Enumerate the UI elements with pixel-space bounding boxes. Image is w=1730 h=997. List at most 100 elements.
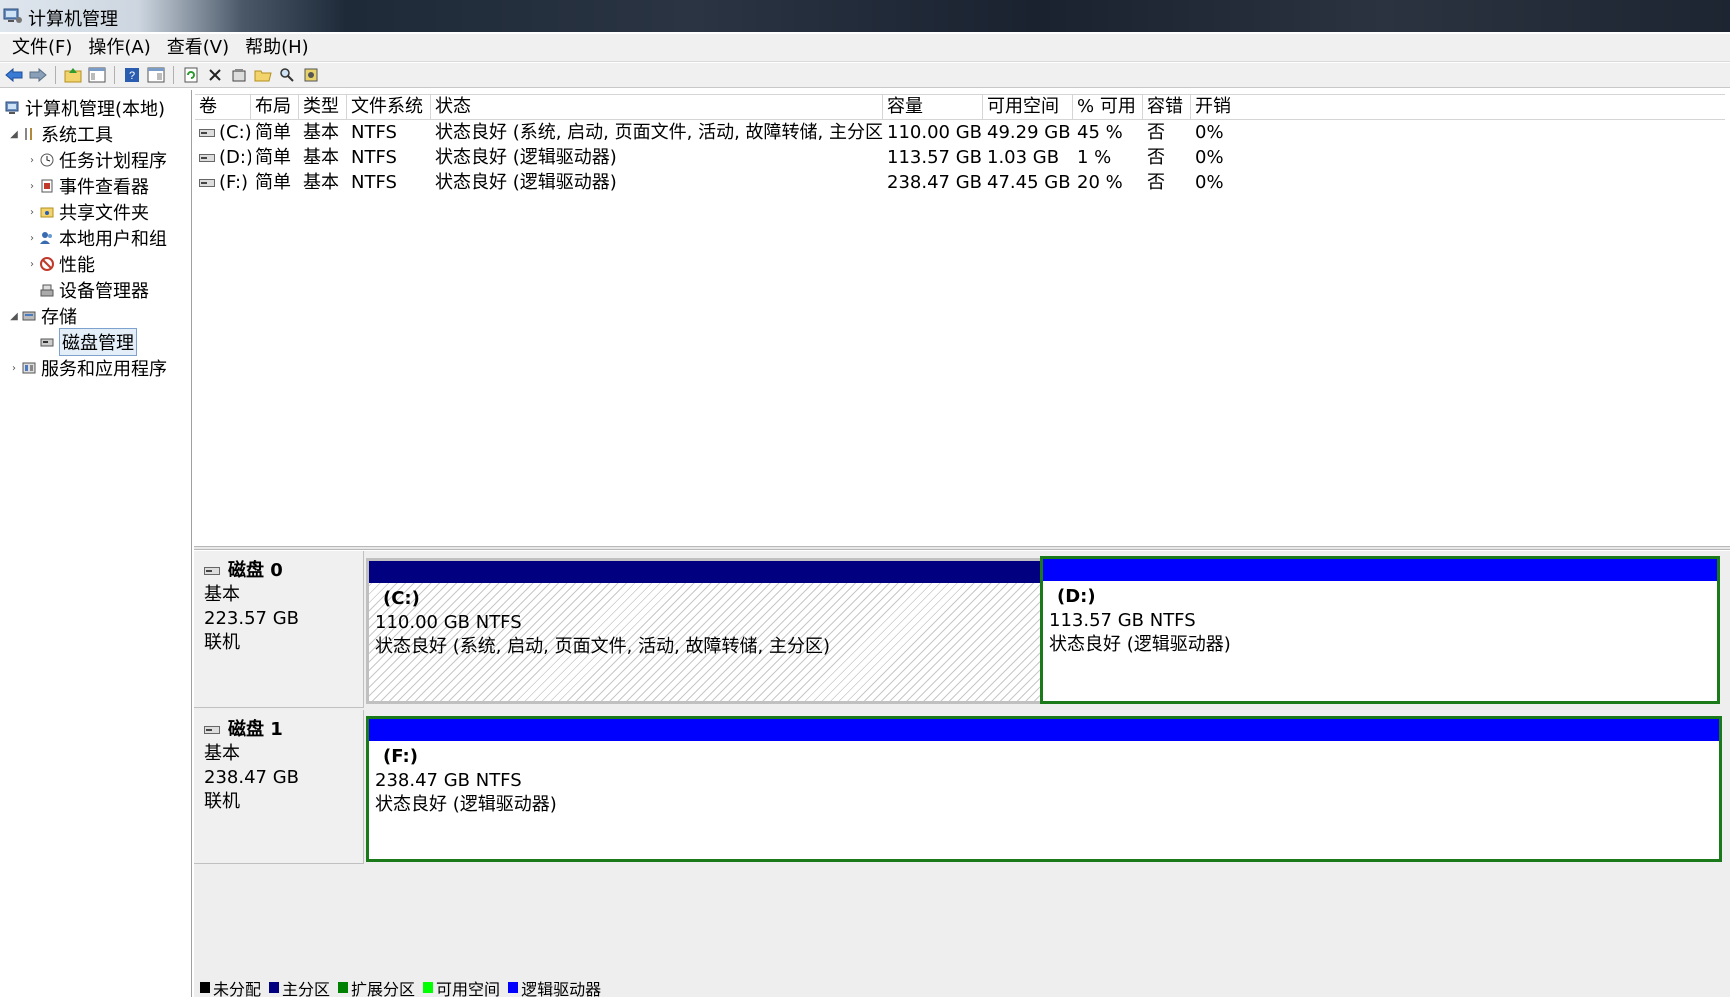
column-header[interactable]: 类型 bbox=[299, 95, 347, 119]
computer-management-icon bbox=[4, 99, 22, 117]
open-icon[interactable] bbox=[253, 65, 273, 85]
partition-f[interactable]: (F:) 238.47 GB NTFS 状态良好 (逻辑驱动器) bbox=[366, 716, 1722, 862]
collapse-arrow-icon[interactable]: ◢ bbox=[8, 129, 20, 140]
partition-size-fs: 110.00 GB NTFS bbox=[375, 612, 522, 633]
drive-icon bbox=[199, 129, 215, 137]
services-icon bbox=[20, 359, 38, 377]
tree-label: 任务计划程序 bbox=[59, 151, 167, 172]
expand-arrow-icon[interactable]: › bbox=[26, 181, 38, 192]
tree-label: 系统工具 bbox=[41, 125, 113, 146]
partition-d[interactable]: (D:) 113.57 GB NTFS 状态良好 (逻辑驱动器) bbox=[1040, 556, 1720, 704]
table-row[interactable]: (F:) 简单 基本 NTFS 状态良好 (逻辑驱动器) 238.47 GB 4… bbox=[195, 170, 1725, 195]
volume-name: (F:) bbox=[219, 172, 249, 193]
menu-view[interactable]: 查看(V) bbox=[159, 34, 237, 62]
legend-item: 主分区 bbox=[269, 976, 330, 997]
help-icon[interactable]: ? bbox=[122, 65, 142, 85]
expand-arrow-icon[interactable]: › bbox=[26, 155, 38, 166]
type-cell: 基本 bbox=[303, 122, 339, 143]
legend-item: 扩展分区 bbox=[338, 976, 415, 997]
delete-icon[interactable] bbox=[205, 65, 225, 85]
toolbar-separator bbox=[55, 66, 56, 84]
disk-management-icon bbox=[38, 333, 56, 351]
tree-item-local-users[interactable]: › 本地用户和组 bbox=[26, 226, 167, 250]
tree-item-performance[interactable]: › 性能 bbox=[26, 252, 95, 276]
menu-file[interactable]: 文件(F) bbox=[4, 34, 80, 62]
column-header[interactable]: % 可用 bbox=[1073, 95, 1143, 119]
type-cell: 基本 bbox=[303, 172, 339, 193]
tree-label: 设备管理器 bbox=[59, 281, 149, 302]
legend-label: 逻辑驱动器 bbox=[521, 979, 602, 997]
expand-arrow-icon[interactable]: › bbox=[26, 233, 38, 244]
legend-item: 可用空间 bbox=[423, 976, 500, 997]
legend-item: 逻辑驱动器 bbox=[508, 976, 601, 997]
column-header[interactable]: 可用空间 bbox=[983, 95, 1073, 119]
tree-label: 计算机管理(本地) bbox=[25, 99, 166, 120]
tree-item-system-tools[interactable]: ◢ 系统工具 bbox=[8, 122, 113, 146]
menu-bar: 文件(F) 操作(A) 查看(V) 帮助(H) bbox=[0, 34, 1730, 62]
tree-label: 事件查看器 bbox=[59, 177, 149, 198]
refresh-icon[interactable] bbox=[181, 65, 201, 85]
disk-info[interactable]: 磁盘 1 基本 238.47 GB 联机 bbox=[194, 710, 364, 864]
back-arrow-icon[interactable] bbox=[4, 65, 24, 85]
disk-graphical-view: 磁盘 0 基本 223.57 GB 联机 (C:) 110.00 GB NTFS… bbox=[194, 551, 1730, 997]
disk-state: 联机 bbox=[204, 791, 240, 812]
legend-swatch bbox=[269, 982, 280, 993]
expand-arrow-icon[interactable]: › bbox=[8, 363, 20, 374]
performance-icon bbox=[38, 255, 56, 273]
disk-name: 磁盘 1 bbox=[228, 719, 283, 740]
fs-cell: NTFS bbox=[351, 122, 397, 143]
table-row[interactable]: (D:) 简单 基本 NTFS 状态良好 (逻辑驱动器) 113.57 GB 1… bbox=[195, 145, 1725, 170]
table-header: 卷 布局 类型 文件系统 状态 容量 可用空间 % 可用 容错 开销 bbox=[195, 94, 1725, 120]
volume-table: 卷 布局 类型 文件系统 状态 容量 可用空间 % 可用 容错 开销 (C:) … bbox=[195, 94, 1725, 195]
capacity-cell: 110.00 GB bbox=[887, 122, 983, 143]
disk-info[interactable]: 磁盘 0 基本 223.57 GB 联机 bbox=[194, 551, 364, 708]
column-header[interactable]: 卷 bbox=[195, 95, 251, 119]
tree-label: 磁盘管理 bbox=[59, 328, 137, 356]
column-header[interactable]: 状态 bbox=[431, 95, 883, 119]
tree-item-storage[interactable]: ◢ 存储 bbox=[8, 304, 77, 328]
disk-row[interactable]: 磁盘 1 基本 238.47 GB 联机 (F:) 238.47 GB NTFS… bbox=[194, 710, 1730, 864]
window-title: 计算机管理 bbox=[28, 9, 118, 30]
tree-item-services-apps[interactable]: › 服务和应用程序 bbox=[8, 356, 167, 380]
menu-action[interactable]: 操作(A) bbox=[80, 34, 158, 62]
pct-cell: 45 % bbox=[1077, 122, 1123, 143]
properties-pane-icon[interactable] bbox=[146, 65, 166, 85]
table-row[interactable]: (C:) 简单 基本 NTFS 状态良好 (系统, 启动, 页面文件, 活动, … bbox=[195, 120, 1725, 145]
expand-arrow-icon[interactable]: › bbox=[26, 259, 38, 270]
properties-icon[interactable] bbox=[229, 65, 249, 85]
menu-help[interactable]: 帮助(H) bbox=[237, 34, 317, 62]
partition-size-fs: 238.47 GB NTFS bbox=[375, 770, 522, 791]
type-cell: 基本 bbox=[303, 147, 339, 168]
drive-icon bbox=[199, 179, 215, 187]
up-folder-icon[interactable] bbox=[63, 65, 83, 85]
legend-label: 可用空间 bbox=[436, 979, 501, 997]
legend-item: 未分配 bbox=[200, 976, 261, 997]
tree-item-task-scheduler[interactable]: › 任务计划程序 bbox=[26, 148, 167, 172]
forward-arrow-icon[interactable] bbox=[28, 65, 48, 85]
tree-label: 共享文件夹 bbox=[59, 203, 149, 224]
device-manager-icon bbox=[38, 281, 56, 299]
column-header[interactable]: 容错 bbox=[1143, 95, 1191, 119]
search-icon[interactable] bbox=[277, 65, 297, 85]
column-header[interactable]: 文件系统 bbox=[347, 95, 431, 119]
disk-size: 223.57 GB bbox=[204, 608, 300, 629]
tree-label: 本地用户和组 bbox=[59, 229, 167, 250]
partition-c[interactable]: (C:) 110.00 GB NTFS 状态良好 (系统, 启动, 页面文件, … bbox=[366, 558, 1043, 704]
tree-item-shared-folders[interactable]: › 共享文件夹 bbox=[26, 200, 149, 224]
tree-item-event-viewer[interactable]: › 事件查看器 bbox=[26, 174, 149, 198]
clock-icon bbox=[38, 151, 56, 169]
column-header[interactable]: 布局 bbox=[251, 95, 299, 119]
disk-kind: 基本 bbox=[204, 584, 240, 605]
tree-item-device-manager[interactable]: 设备管理器 bbox=[26, 278, 149, 302]
disk-row[interactable]: 磁盘 0 基本 223.57 GB 联机 (C:) 110.00 GB NTFS… bbox=[194, 551, 1730, 708]
column-header[interactable]: 开销 bbox=[1191, 95, 1725, 119]
pane-splitter[interactable] bbox=[194, 546, 1730, 550]
tree-item-disk-management[interactable]: 磁盘管理 bbox=[26, 328, 137, 356]
column-header[interactable]: 容量 bbox=[883, 95, 983, 119]
settings-icon[interactable] bbox=[301, 65, 321, 85]
show-hide-tree-icon[interactable] bbox=[87, 65, 107, 85]
tree-item-computer-management[interactable]: 计算机管理(本地) bbox=[4, 96, 165, 120]
expand-arrow-icon[interactable]: › bbox=[26, 207, 38, 218]
fault-cell: 否 bbox=[1147, 147, 1165, 168]
collapse-arrow-icon[interactable]: ◢ bbox=[8, 311, 20, 322]
